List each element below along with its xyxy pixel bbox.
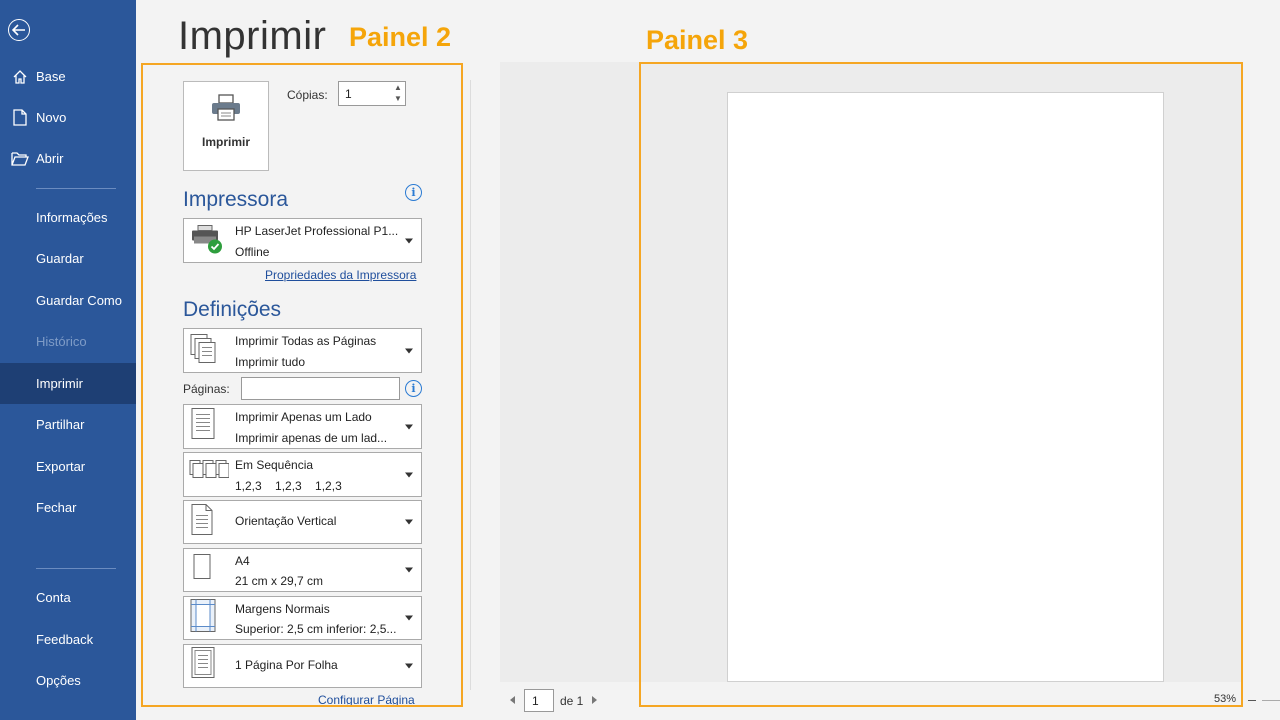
sidebar-divider: [36, 568, 116, 569]
sidebar-item-label: Histórico: [36, 334, 87, 349]
page-count-label: de 1: [560, 694, 584, 708]
sidebar-item-label: Partilhar: [36, 417, 85, 432]
previous-page-icon[interactable]: [510, 696, 515, 704]
sidebar-item-conta[interactable]: Conta: [0, 577, 136, 618]
sidebar-item-informacoes[interactable]: Informações: [0, 197, 136, 238]
sidebar-item-historico: Histórico: [0, 321, 136, 362]
sidebar-item-base[interactable]: Base: [0, 56, 136, 97]
sidebar-item-guardar[interactable]: Guardar: [0, 238, 136, 279]
panel-3-highlight: [639, 62, 1243, 707]
back-arrow-icon[interactable]: [8, 19, 30, 41]
next-page-icon[interactable]: [592, 696, 597, 704]
sidebar-item-feedback[interactable]: Feedback: [0, 619, 136, 660]
sidebar-item-fechar[interactable]: Fechar: [0, 487, 136, 528]
sidebar-item-label: Conta: [36, 590, 71, 605]
sidebar-divider: [36, 188, 116, 189]
sidebar-item-label: Guardar Como: [36, 293, 122, 308]
page-title: Imprimir: [178, 14, 327, 58]
backstage-sidebar: Base Novo Abrir Informações Guardar Guar…: [0, 0, 136, 720]
sidebar-item-abrir[interactable]: Abrir: [0, 138, 136, 179]
sidebar-item-label: Abrir: [36, 151, 64, 166]
current-page-value: 1: [532, 694, 539, 708]
panel-2-label: Painel 2: [349, 22, 452, 52]
sidebar-item-label: Exportar: [36, 459, 86, 474]
current-page-input[interactable]: 1: [524, 689, 554, 712]
zoom-out-icon[interactable]: [1248, 700, 1256, 701]
sidebar-item-label: Base: [36, 69, 66, 84]
panel-divider: [470, 80, 471, 690]
zoom-slider[interactable]: [1262, 700, 1280, 701]
sidebar-item-novo[interactable]: Novo: [0, 97, 136, 138]
sidebar-item-label: Guardar: [36, 251, 84, 266]
sidebar-item-label: Fechar: [36, 500, 77, 515]
sidebar-item-opcoes[interactable]: Opções: [0, 660, 136, 701]
sidebar-item-exportar[interactable]: Exportar: [0, 446, 136, 487]
panel-3-label: Painel 3: [646, 25, 749, 55]
sidebar-item-label: Imprimir: [36, 376, 83, 391]
sidebar-item-guardar-como[interactable]: Guardar Como: [0, 280, 136, 321]
sidebar-item-label: Opções: [36, 673, 81, 688]
panel-2-highlight: [141, 63, 463, 707]
sidebar-item-label: Informações: [36, 210, 108, 225]
sidebar-item-label: Feedback: [36, 632, 94, 647]
sidebar-item-partilhar[interactable]: Partilhar: [0, 404, 136, 445]
open-folder-icon: [0, 151, 36, 166]
new-document-icon: [0, 109, 36, 126]
home-icon: [0, 69, 36, 85]
sidebar-item-label: Novo: [36, 110, 67, 125]
sidebar-item-imprimir[interactable]: Imprimir: [0, 363, 136, 404]
